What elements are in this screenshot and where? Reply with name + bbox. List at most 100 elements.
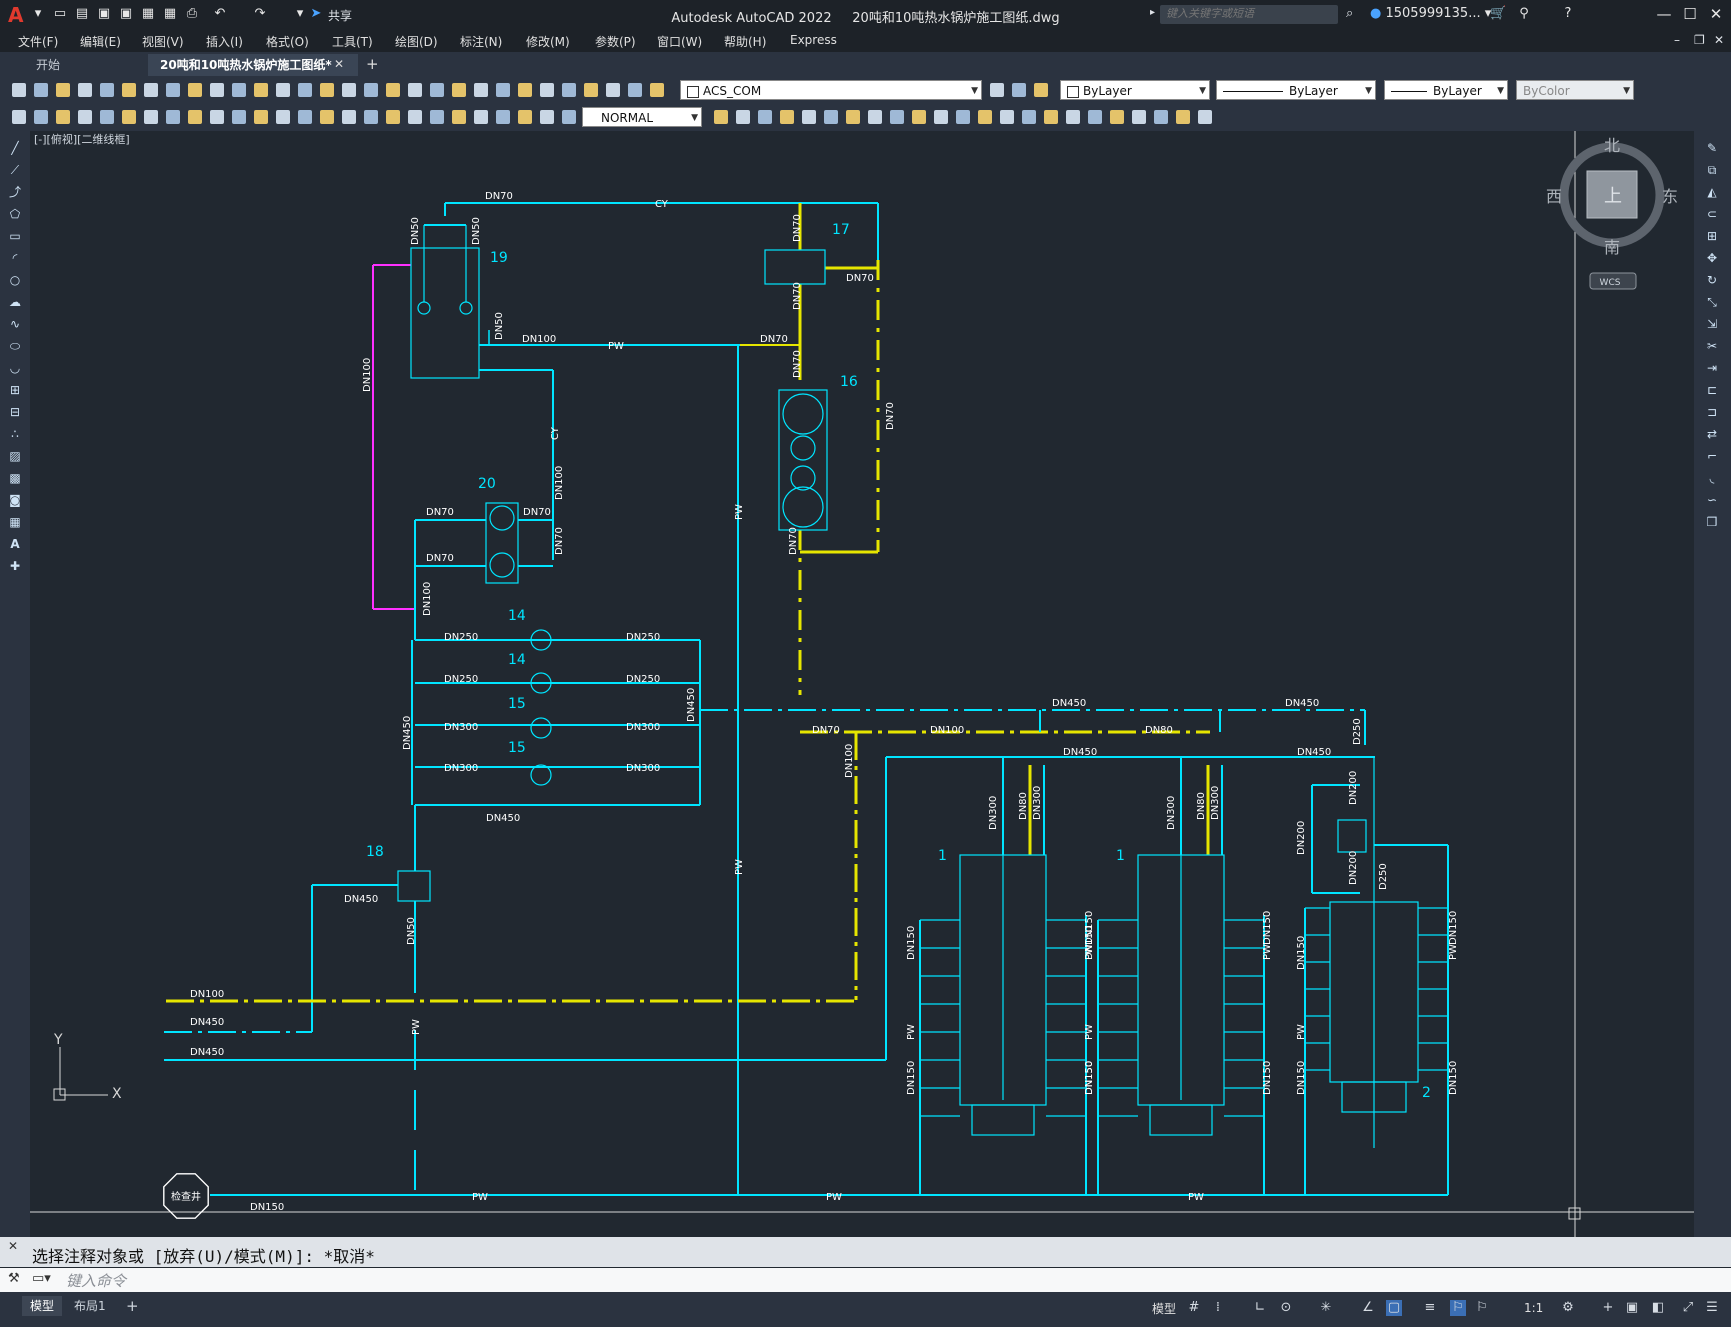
- dim-diameter-icon[interactable]: [736, 110, 750, 124]
- layer-previous-icon[interactable]: [584, 83, 598, 97]
- dim-break-icon[interactable]: [868, 110, 882, 124]
- properties-icon[interactable]: [364, 83, 378, 97]
- dim-edit-icon[interactable]: [978, 110, 992, 124]
- rectangle-icon[interactable]: ▭: [8, 229, 22, 243]
- cut-icon[interactable]: [144, 83, 158, 97]
- save-icon[interactable]: [56, 83, 70, 97]
- isodraft-icon[interactable]: ✳: [1318, 1300, 1334, 1316]
- paste-icon[interactable]: [188, 83, 202, 97]
- dim-ordinate-icon[interactable]: [78, 110, 92, 124]
- dim-radius-icon[interactable]: [562, 110, 576, 124]
- scale-icon[interactable]: ⤡: [1705, 295, 1719, 309]
- ellipse-icon[interactable]: ⬭: [8, 339, 22, 353]
- close-icon[interactable]: ✕: [1706, 4, 1726, 24]
- polygon-icon[interactable]: ⬠: [8, 207, 22, 221]
- help-icon[interactable]: [496, 83, 510, 97]
- doc-minimize-icon[interactable]: –: [1674, 33, 1680, 47]
- gradient-icon[interactable]: ▩: [8, 471, 22, 485]
- baseline-icon[interactable]: [210, 110, 224, 124]
- annotation-scale[interactable]: 1:1: [1524, 1301, 1543, 1315]
- center-mark-icon[interactable]: [912, 110, 926, 124]
- viewcube[interactable]: 上 北 南 东 西 WCS: [1546, 136, 1678, 290]
- mtext-icon[interactable]: A: [8, 537, 22, 551]
- customization-icon[interactable]: ☰: [1704, 1300, 1720, 1316]
- layer-freeze-icon[interactable]: [628, 83, 642, 97]
- tab-close-icon[interactable]: ✕: [334, 57, 344, 71]
- offset-icon[interactable]: ⊂: [1705, 207, 1719, 221]
- hatch-icon[interactable]: ▨: [8, 449, 22, 463]
- dim-radius-icon[interactable]: [1154, 110, 1168, 124]
- cart-icon[interactable]: 🛒: [1490, 6, 1506, 22]
- stretch-icon[interactable]: ⇲: [1705, 317, 1719, 331]
- linetype-dropdown[interactable]: ByLayer ▼: [1216, 80, 1376, 100]
- new-icon[interactable]: [12, 83, 26, 97]
- point-icon[interactable]: ∴: [8, 427, 22, 441]
- jogged-linear-icon[interactable]: [364, 110, 378, 124]
- copy-icon[interactable]: ⧉: [1705, 163, 1719, 177]
- break-at-point-icon[interactable]: ⊏: [1705, 383, 1719, 397]
- grid-icon[interactable]: #: [1186, 1300, 1202, 1316]
- menu-format[interactable]: 格式(O): [266, 33, 309, 50]
- annotation-visibility-icon[interactable]: ⚐: [1450, 1300, 1466, 1316]
- tab-model[interactable]: 模型: [22, 1296, 63, 1316]
- dim-diameter-icon[interactable]: [1198, 110, 1212, 124]
- doc-close-icon[interactable]: ✕: [1714, 33, 1724, 47]
- fillet-icon[interactable]: ◟: [1705, 471, 1719, 485]
- command-input[interactable]: [64, 1270, 1708, 1292]
- plot-icon[interactable]: [78, 83, 92, 97]
- add-selected-icon[interactable]: ✚: [8, 559, 22, 573]
- rotate-icon[interactable]: ↻: [1705, 273, 1719, 287]
- chamfer-icon[interactable]: ⌐: [1705, 449, 1719, 463]
- baseline-icon[interactable]: [802, 110, 816, 124]
- tab-document[interactable]: 20吨和10吨热水锅炉施工图纸*: [148, 54, 358, 76]
- region-icon[interactable]: ◙: [8, 493, 22, 507]
- erase-icon[interactable]: ✎: [1705, 141, 1719, 155]
- dim-aligned-icon[interactable]: [34, 110, 48, 124]
- dim-linear-icon[interactable]: [12, 110, 26, 124]
- new-tab-icon[interactable]: +: [366, 55, 379, 73]
- copy-icon[interactable]: [166, 83, 180, 97]
- dim-ordinate-icon[interactable]: [540, 110, 554, 124]
- autodesk-app-icon[interactable]: ⚲: [1516, 6, 1532, 22]
- ellipse-arc-icon[interactable]: ◡: [8, 361, 22, 375]
- sheet-set-icon[interactable]: [430, 83, 444, 97]
- model-space-toggle[interactable]: 模型: [1152, 1300, 1176, 1317]
- trim-icon[interactable]: ✂: [1705, 339, 1719, 353]
- dim-style-icon[interactable]: [452, 110, 466, 124]
- continue-icon[interactable]: [824, 110, 838, 124]
- lineweight-dropdown[interactable]: ByLayer ▼: [1384, 80, 1508, 100]
- menu-file[interactable]: 文件(F): [18, 33, 58, 50]
- tolerance-icon[interactable]: [890, 110, 904, 124]
- table-icon[interactable]: ▦: [8, 515, 22, 529]
- doc-restore-icon[interactable]: ❐: [1694, 33, 1705, 47]
- circle-icon[interactable]: ○: [8, 273, 22, 287]
- quick-dim-icon[interactable]: [188, 110, 202, 124]
- dim-edit-icon[interactable]: [386, 110, 400, 124]
- save-icon[interactable]: [1034, 83, 1048, 97]
- markup-icon[interactable]: [452, 83, 466, 97]
- make-current-icon[interactable]: [562, 83, 576, 97]
- units-icon[interactable]: ▣: [1624, 1300, 1640, 1316]
- open-icon[interactable]: [34, 83, 48, 97]
- dim-radius-icon[interactable]: [100, 110, 114, 124]
- zoom-previous-icon[interactable]: [342, 83, 356, 97]
- tab-layout1[interactable]: 布局1: [66, 1296, 114, 1316]
- clean-screen-icon[interactable]: ⤢: [1680, 1300, 1696, 1316]
- menu-edit[interactable]: 编辑(E): [80, 33, 121, 50]
- dim-jogged-icon[interactable]: [122, 110, 136, 124]
- menu-parameters[interactable]: 参数(P): [595, 33, 636, 50]
- dim-angular-icon[interactable]: [166, 110, 180, 124]
- menu-window[interactable]: 窗口(W): [657, 33, 702, 50]
- dim-jogged-icon[interactable]: [1176, 110, 1190, 124]
- blend-curves-icon[interactable]: ∽: [1705, 493, 1719, 507]
- undo-icon[interactable]: [232, 83, 246, 97]
- layer-properties-icon[interactable]: [518, 83, 532, 97]
- snap-icon[interactable]: ⁞: [1210, 1300, 1226, 1316]
- pan-icon[interactable]: [276, 83, 290, 97]
- inspect-icon[interactable]: [934, 110, 948, 124]
- insert-block-icon[interactable]: ⊞: [8, 383, 22, 397]
- array-icon[interactable]: ⊞: [1705, 229, 1719, 243]
- drawing-canvas[interactable]: [-][俯视][二维线框] DN70 CY DN50 DN50 19 DN100 DN100…: [30, 131, 1694, 1237]
- dim-angular-icon[interactable]: [758, 110, 772, 124]
- add-layout-icon[interactable]: +: [126, 1297, 139, 1315]
